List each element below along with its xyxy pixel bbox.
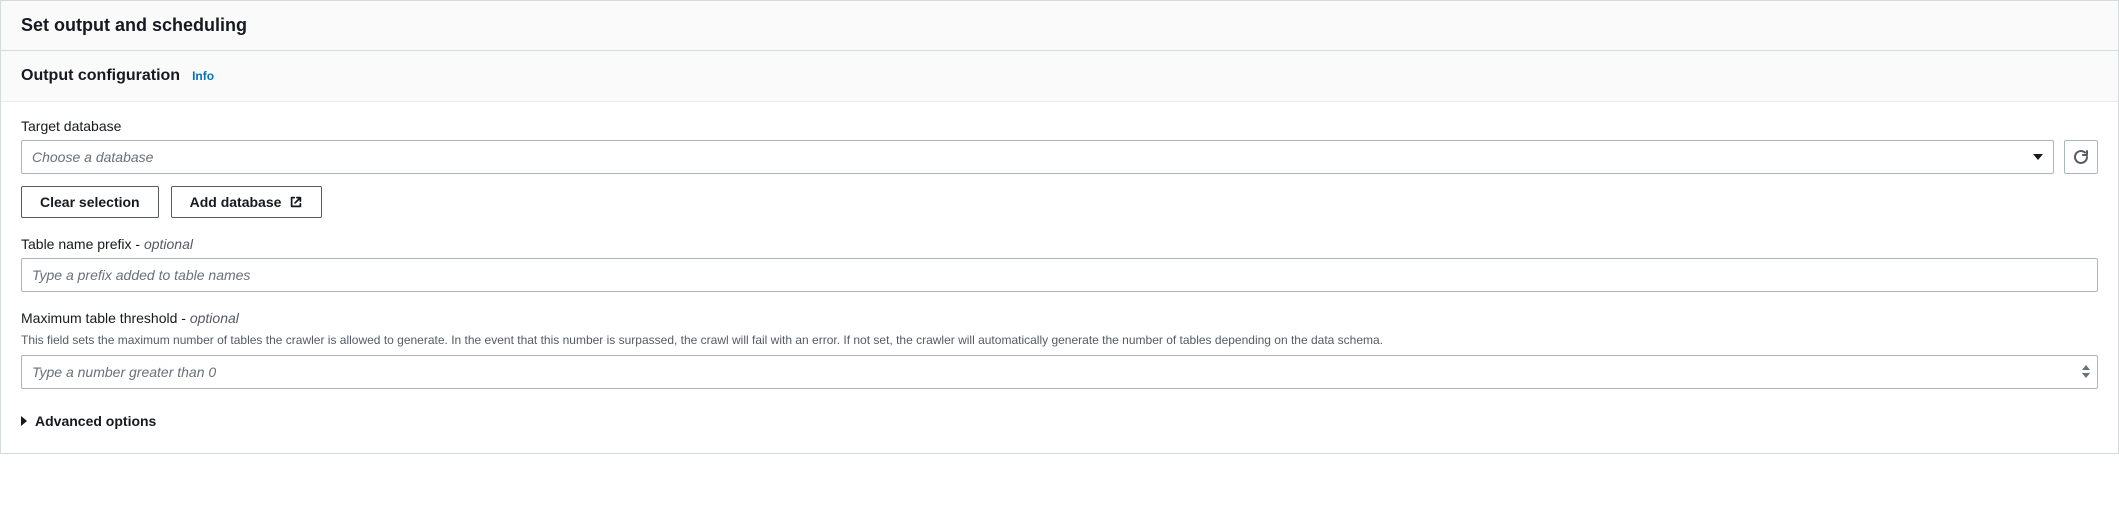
add-database-label: Add database [190, 194, 282, 210]
table-prefix-input[interactable] [21, 258, 2098, 292]
target-database-select-wrapper: Choose a database [21, 140, 2054, 174]
max-threshold-label: Maximum table threshold - optional [21, 310, 2098, 326]
chevron-right-icon [21, 416, 27, 426]
table-prefix-group: Table name prefix - optional [21, 236, 2098, 292]
spinner-up-button[interactable] [2082, 365, 2090, 370]
max-threshold-label-text: Maximum table threshold - [21, 310, 190, 326]
page-title: Set output and scheduling [21, 15, 2098, 36]
clear-selection-button[interactable]: Clear selection [21, 186, 159, 218]
max-threshold-group: Maximum table threshold - optional This … [21, 310, 2098, 389]
database-button-row: Clear selection Add database [21, 186, 2098, 218]
max-threshold-input-wrapper [21, 355, 2098, 389]
external-link-icon [289, 195, 303, 209]
target-database-select[interactable]: Choose a database [21, 140, 2054, 174]
panel-header: Output configuration Info [1, 51, 2118, 102]
panel-title: Output configuration [21, 67, 180, 85]
refresh-icon [2073, 149, 2089, 165]
max-threshold-input[interactable] [21, 355, 2098, 389]
spinner-down-button[interactable] [2082, 373, 2090, 378]
target-database-label: Target database [21, 118, 2098, 134]
output-configuration-panel: Output configuration Info Target databas… [0, 51, 2119, 454]
page-header: Set output and scheduling [0, 0, 2119, 51]
panel-body: Target database Choose a database Clear … [1, 102, 2118, 453]
max-threshold-description: This field sets the maximum number of ta… [21, 332, 2098, 349]
optional-text: optional [190, 310, 239, 326]
caret-down-icon [2033, 154, 2043, 160]
info-link[interactable]: Info [192, 69, 214, 83]
target-database-placeholder: Choose a database [32, 149, 153, 165]
refresh-button[interactable] [2064, 140, 2098, 174]
optional-text: optional [144, 236, 193, 252]
clear-selection-label: Clear selection [40, 194, 140, 210]
add-database-button[interactable]: Add database [171, 186, 323, 218]
table-prefix-label-text: Table name prefix - [21, 236, 144, 252]
advanced-options-toggle[interactable]: Advanced options [21, 413, 2098, 429]
advanced-options-label: Advanced options [35, 413, 156, 429]
number-spinner [2078, 360, 2094, 384]
target-database-group: Target database Choose a database Clear … [21, 118, 2098, 218]
target-database-row: Choose a database [21, 140, 2098, 174]
table-prefix-label: Table name prefix - optional [21, 236, 2098, 252]
